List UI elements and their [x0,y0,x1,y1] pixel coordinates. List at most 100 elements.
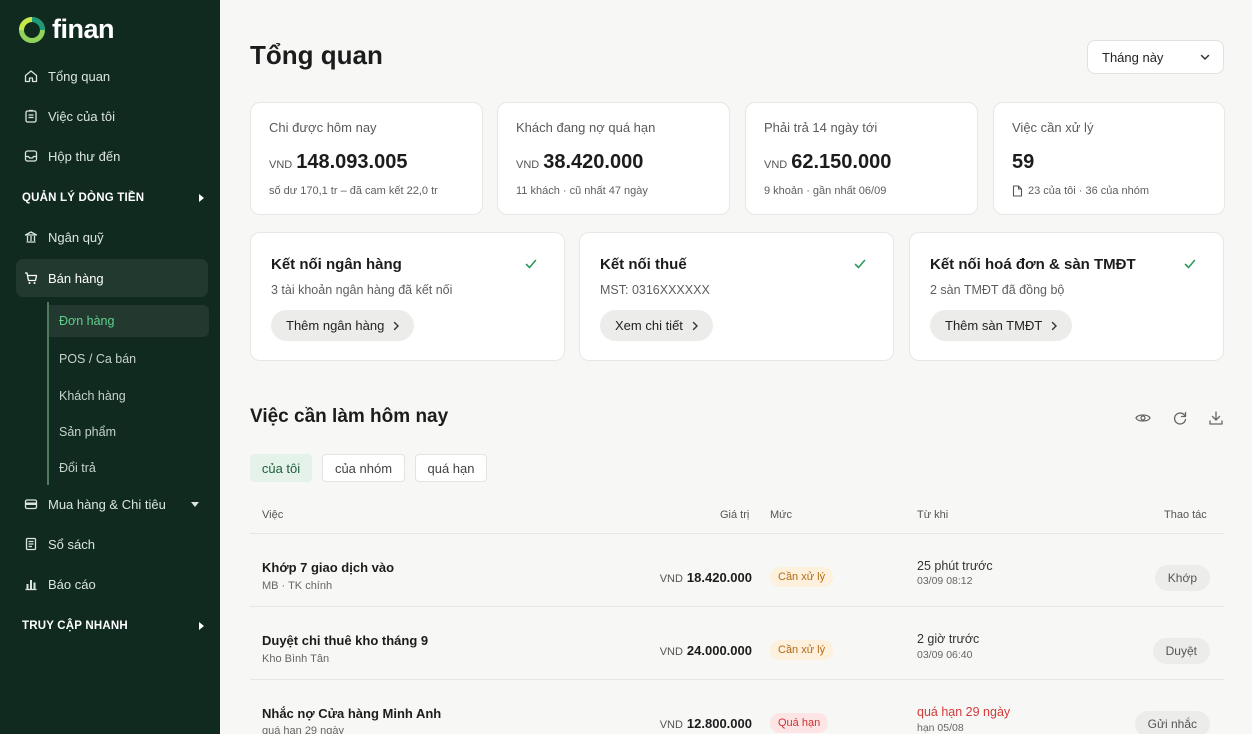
brand-logo[interactable]: finan [18,14,115,45]
filter-label: của nhóm [334,460,393,476]
status-badge: Quá hạn [770,713,829,733]
subitem-label: Đơn hàng [59,314,115,328]
sidebar-item-purchase[interactable]: Mua hàng & Chi tiêu [16,486,208,522]
currency-label: VND [269,159,293,171]
column-header-value[interactable]: Giá trị [720,509,749,521]
sidebar-item-overview[interactable]: Tổng quan [16,58,208,94]
task-title: Khớp 7 giao dịch vào [262,560,395,575]
sidebar: finan Tổng quan Việc của tôi Hộp thư đến… [0,0,220,734]
connection-title: Kết nối ngân hàng [271,256,402,273]
add-bank-button[interactable]: Thêm ngân hàng [271,310,415,341]
subitem-label: POS / Ca bán [59,352,137,366]
connection-title: Kết nối hoá đơn & sàn TMĐT [930,256,1136,273]
filter-label: của tôi [261,460,301,476]
stat-amount: 62.150.000 [791,151,892,173]
period-select[interactable]: Tháng này [1087,40,1224,74]
caret-right-icon [199,622,204,630]
bank-icon [23,229,39,245]
check-icon [854,259,866,269]
sidebar-subitem-products[interactable]: Sản phẩm [49,416,209,448]
task-amount: 24.000.000 [686,643,752,658]
document-icon [1012,185,1023,197]
task-since: 25 phút trước [917,559,993,573]
button-label: Xem chi tiết [615,318,683,333]
check-icon [525,259,537,269]
stat-sub-text: 23 của tôi · 36 của nhóm [1028,185,1150,197]
column-header-since[interactable]: Từ khi [917,509,948,521]
stat-card-available-today[interactable]: Chi được hôm nay VND 148.093.005 số dư 1… [250,102,483,215]
sidebar-subitem-customers[interactable]: Khách hàng [49,380,209,412]
task-sub: quá hạn 29 ngày [262,725,344,734]
sidebar-item-sales[interactable]: Bán hàng [16,259,208,297]
cart-icon [23,270,39,286]
sidebar-item-label: Hộp thư đến [48,148,121,164]
stat-value: VND 62.150.000 [764,151,891,174]
sidebar-item-label: Báo cáo [48,576,96,592]
stat-value: 59 [1012,151,1034,174]
sidebar-subitem-orders[interactable]: Đơn hàng [49,305,209,337]
connection-desc: MST: 0316XXXXXX [600,283,710,297]
task-sub: Kho Bình Tân [262,653,330,665]
filter-label: quá hạn [427,460,475,476]
brand-name: finan [52,14,115,44]
sidebar-item-reports[interactable]: Báo cáo [16,566,208,602]
section-cashflow-label: QUẢN LÝ DÒNG TIỀN [22,192,145,204]
stat-sub: 23 của tôi · 36 của nhóm [1012,185,1149,197]
match-button[interactable]: Khớp [1154,565,1210,591]
currency-label: VND [516,159,540,171]
caret-right-icon [199,194,204,202]
task-title: Duyệt chi thuê kho tháng 9 [262,633,429,648]
page-title: Tổng quan [250,40,383,70]
section-quick-access[interactable]: TRUY CẬP NHANH [22,620,208,632]
column-header-task[interactable]: Việc [262,509,283,521]
column-header-level[interactable]: Mức [770,509,792,521]
sidebar-item-label: Sổ sách [48,536,95,552]
eye-icon[interactable] [1134,409,1152,427]
sidebar-item-books[interactable]: Sổ sách [16,526,208,562]
button-label: Thêm sàn TMĐT [945,318,1043,333]
wallet-icon [23,496,39,512]
filter-mine[interactable]: của tôi [250,454,312,482]
section-cashflow[interactable]: QUẢN LÝ DÒNG TIỀN [22,192,208,204]
view-tax-details-button[interactable]: Xem chi tiết [600,310,713,341]
approve-button[interactable]: Duyệt [1152,638,1210,664]
refresh-icon[interactable] [1171,409,1189,427]
stat-card-pending-tasks[interactable]: Việc cần xử lý 59 23 của tôi · 36 của nh… [993,102,1225,215]
filter-overdue[interactable]: quá hạn [415,454,487,482]
stat-value: VND 148.093.005 [269,151,407,174]
sidebar-subitem-pos[interactable]: POS / Ca bán [49,343,209,375]
connection-card-bank: Kết nối ngân hàng 3 tài khoản ngân hàng … [250,232,565,361]
sidebar-item-treasury[interactable]: Ngân quỹ [16,219,208,255]
row-divider [250,606,1224,607]
send-reminder-button[interactable]: Gửi nhắc [1134,711,1210,734]
chevron-right-icon [394,321,400,330]
stat-value: VND 38.420.000 [516,151,643,174]
book-icon [23,536,39,552]
sidebar-item-label: Mua hàng & Chi tiêu [48,496,166,512]
download-icon[interactable] [1207,409,1225,427]
task-title: Nhắc nợ Cửa hàng Minh Anh [262,706,442,721]
stat-card-payables-14-days[interactable]: Phải trả 14 ngày tới VND 62.150.000 9 kh… [745,102,978,215]
stat-card-overdue-customers[interactable]: Khách đang nợ quá hạn VND 38.420.000 11 … [497,102,730,215]
button-label: Thêm ngân hàng [286,318,385,333]
add-marketplace-button[interactable]: Thêm sàn TMĐT [930,310,1073,341]
clipboard-icon [23,108,39,124]
connection-desc: 3 tài khoản ngân hàng đã kết nối [271,283,453,297]
finan-logo-icon [19,16,45,43]
connection-card-tax: Kết nối thuế MST: 0316XXXXXX Xem chi tiế… [579,232,894,361]
task-since: quá hạn 29 ngày [917,705,1011,719]
sidebar-item-inbox[interactable]: Hộp thư đến [16,138,208,174]
sidebar-item-label: Ngân quỹ [48,229,104,245]
subitem-label: Khách hàng [59,389,126,403]
inbox-icon [23,148,39,164]
sidebar-item-my-tasks[interactable]: Việc của tôi [16,98,208,134]
stat-label: Chi được hôm nay [269,120,377,135]
sidebar-subitem-returns[interactable]: Đổi trả [49,452,209,484]
period-select-value: Tháng này [1102,49,1164,65]
check-icon [1184,259,1196,269]
stat-sub: 11 khách · cũ nhất 47 ngày [516,185,648,197]
filter-team[interactable]: của nhóm [322,454,405,482]
sidebar-item-label: Việc của tôi [48,108,115,124]
task-since-date: 03/09 08:12 [917,575,973,587]
currency-label: VND [764,159,788,171]
